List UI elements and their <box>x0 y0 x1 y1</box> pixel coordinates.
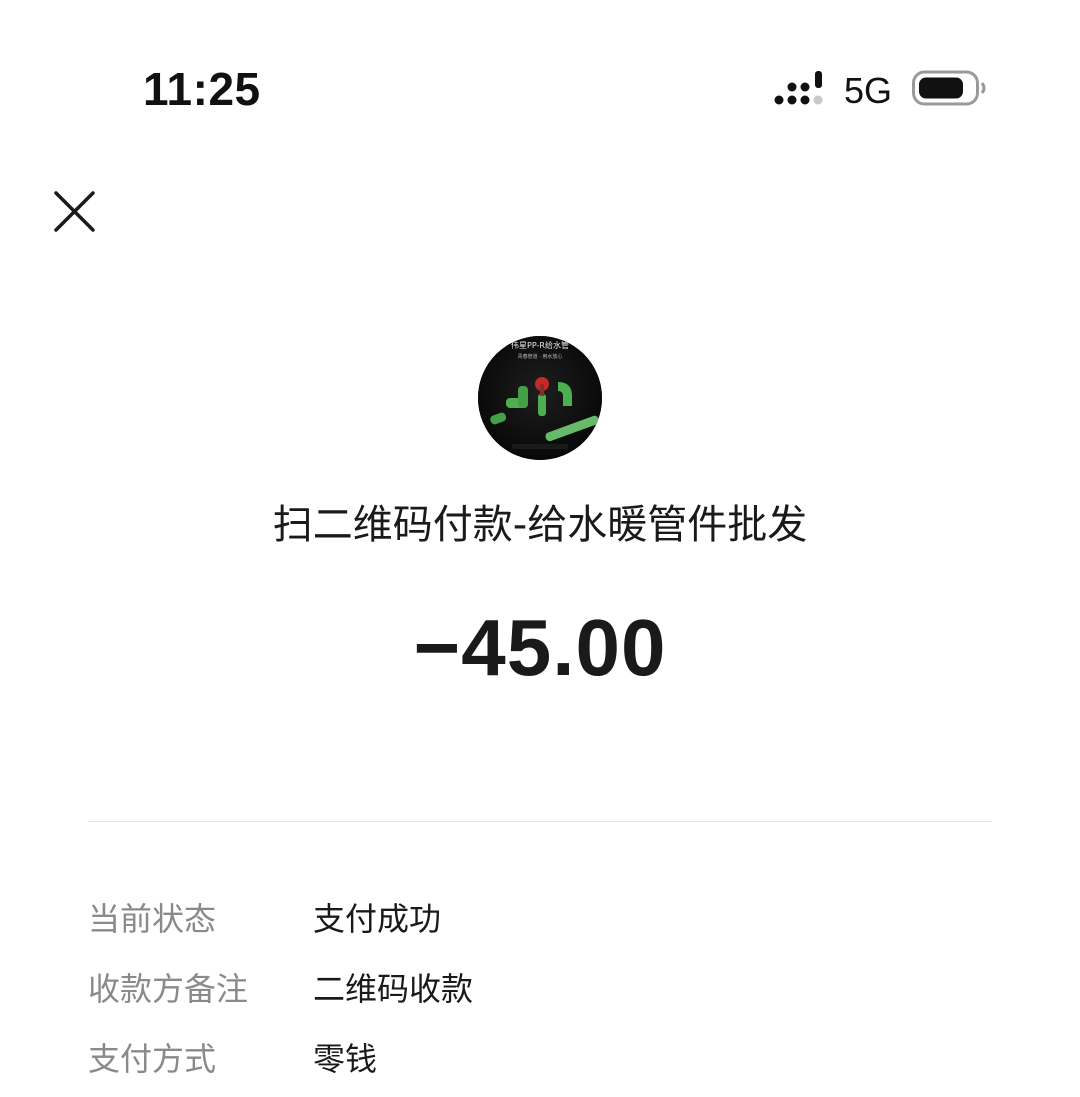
merchant-name: 扫二维码付款-给水暖管件批发 <box>272 502 808 548</box>
detail-label: 收款方备注 <box>88 970 249 1008</box>
detail-value: 支付成功 <box>313 900 442 938</box>
detail-row-payment-method: 支付方式 零钱 <box>88 1034 992 1082</box>
detail-value: 二维码收款 <box>313 970 474 1008</box>
merchant-avatar: 伟星PP-R给水管 青春管道 · 用水放心 <box>478 336 602 460</box>
status-bar: 11:25 5G <box>0 0 1080 150</box>
detail-row-status: 当前状态 支付成功 <box>88 894 992 942</box>
status-time: 11:25 <box>143 63 261 115</box>
close-icon <box>54 191 95 232</box>
divider <box>88 821 992 822</box>
transaction-amount: −45.00 <box>413 603 667 692</box>
detail-value: 零钱 <box>313 1040 378 1078</box>
network-label: 5G <box>844 70 893 111</box>
detail-label: 支付方式 <box>88 1040 217 1078</box>
detail-row-payee-note: 收款方备注 二维码收款 <box>88 964 992 1012</box>
battery-icon <box>912 70 986 106</box>
avatar-text-line2: 青春管道 · 用水放心 <box>518 353 563 360</box>
signal-bars-icon <box>774 71 823 105</box>
detail-label: 当前状态 <box>88 900 217 938</box>
close-button[interactable] <box>50 186 100 236</box>
avatar-text-line1: 伟星PP-R给水管 <box>511 340 569 350</box>
